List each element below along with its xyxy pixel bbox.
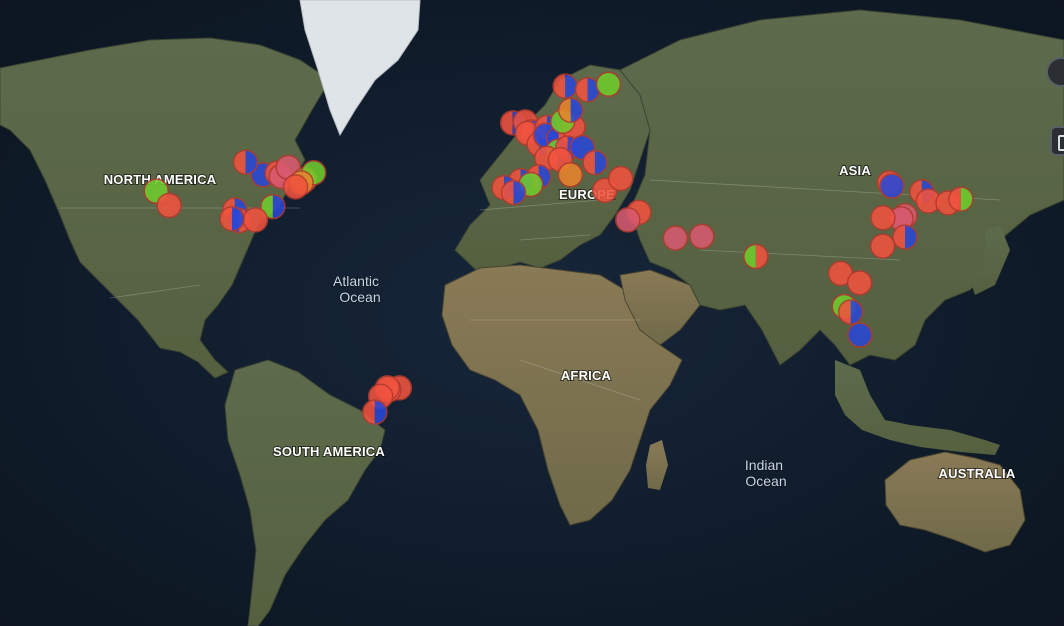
world-map[interactable]: NORTH AMERICA SOUTH AMERICA EUROPE AFRIC… bbox=[0, 0, 1064, 626]
marker-dot[interactable] bbox=[557, 162, 584, 188]
marker-cairo[interactable] bbox=[615, 207, 641, 233]
marker-mumbai[interactable] bbox=[743, 243, 769, 270]
marker-dot[interactable] bbox=[847, 322, 873, 348]
marker-dot[interactable] bbox=[869, 233, 896, 259]
marker-oslo[interactable] bbox=[552, 73, 578, 99]
marker-dot[interactable] bbox=[242, 207, 269, 233]
marker-dot[interactable] bbox=[689, 223, 715, 250]
label-indian-ocean-line1: Indian bbox=[745, 457, 783, 473]
marker-austin[interactable] bbox=[219, 206, 245, 232]
marker-dubai[interactable] bbox=[689, 223, 715, 250]
marker-taipei[interactable] bbox=[892, 224, 918, 250]
marker-wuhan[interactable] bbox=[870, 204, 896, 231]
marker-ho-chi-minh[interactable] bbox=[846, 270, 873, 296]
marker-rome[interactable] bbox=[557, 162, 584, 188]
marker-stockholm[interactable] bbox=[574, 77, 601, 103]
label-indian-ocean-line2: Ocean bbox=[745, 473, 786, 489]
marker-riyadh[interactable] bbox=[662, 225, 689, 251]
marker-dot[interactable] bbox=[846, 270, 873, 296]
marker-tianjin[interactable] bbox=[879, 173, 905, 199]
label-atlantic-ocean-line2: Ocean bbox=[339, 289, 380, 305]
marker-dot[interactable] bbox=[879, 173, 905, 199]
label-atlantic-ocean-line1: Atlantic bbox=[333, 273, 379, 289]
marker-seville[interactable] bbox=[500, 179, 527, 206]
marker-porto-alegre[interactable] bbox=[362, 399, 388, 425]
marker-dot[interactable] bbox=[662, 225, 689, 251]
marker-jakarta[interactable] bbox=[847, 322, 873, 348]
marker-singapore[interactable] bbox=[837, 299, 864, 325]
map-canvas[interactable]: NORTH AMERICA SOUTH AMERICA EUROPE AFRIC… bbox=[0, 0, 1064, 626]
marker-hong-kong[interactable] bbox=[869, 233, 896, 259]
label-africa: AFRICA bbox=[561, 368, 612, 383]
label-south-america: SOUTH AMERICA bbox=[273, 444, 385, 459]
marker-dot[interactable] bbox=[282, 174, 309, 200]
marker-dc[interactable] bbox=[282, 174, 309, 200]
marker-copenhagen[interactable] bbox=[557, 97, 584, 123]
marker-dot[interactable] bbox=[870, 204, 896, 231]
marker-tokyo[interactable] bbox=[948, 186, 974, 212]
marker-belgrade[interactable] bbox=[582, 149, 608, 176]
label-asia: ASIA bbox=[839, 163, 871, 178]
layers-icon bbox=[1058, 135, 1064, 151]
marker-dot[interactable] bbox=[607, 165, 634, 192]
marker-la[interactable] bbox=[156, 192, 182, 219]
marker-minneapolis[interactable] bbox=[232, 149, 259, 175]
marker-helsinki[interactable] bbox=[595, 71, 622, 98]
marker-dot[interactable] bbox=[156, 192, 182, 219]
marker-new-orleans[interactable] bbox=[242, 207, 269, 233]
marker-dot[interactable] bbox=[615, 207, 641, 233]
label-australia: AUSTRALIA bbox=[939, 466, 1016, 481]
marker-istanbul[interactable] bbox=[607, 165, 634, 192]
layers-button[interactable] bbox=[1050, 126, 1064, 156]
marker-dot[interactable] bbox=[595, 71, 622, 98]
